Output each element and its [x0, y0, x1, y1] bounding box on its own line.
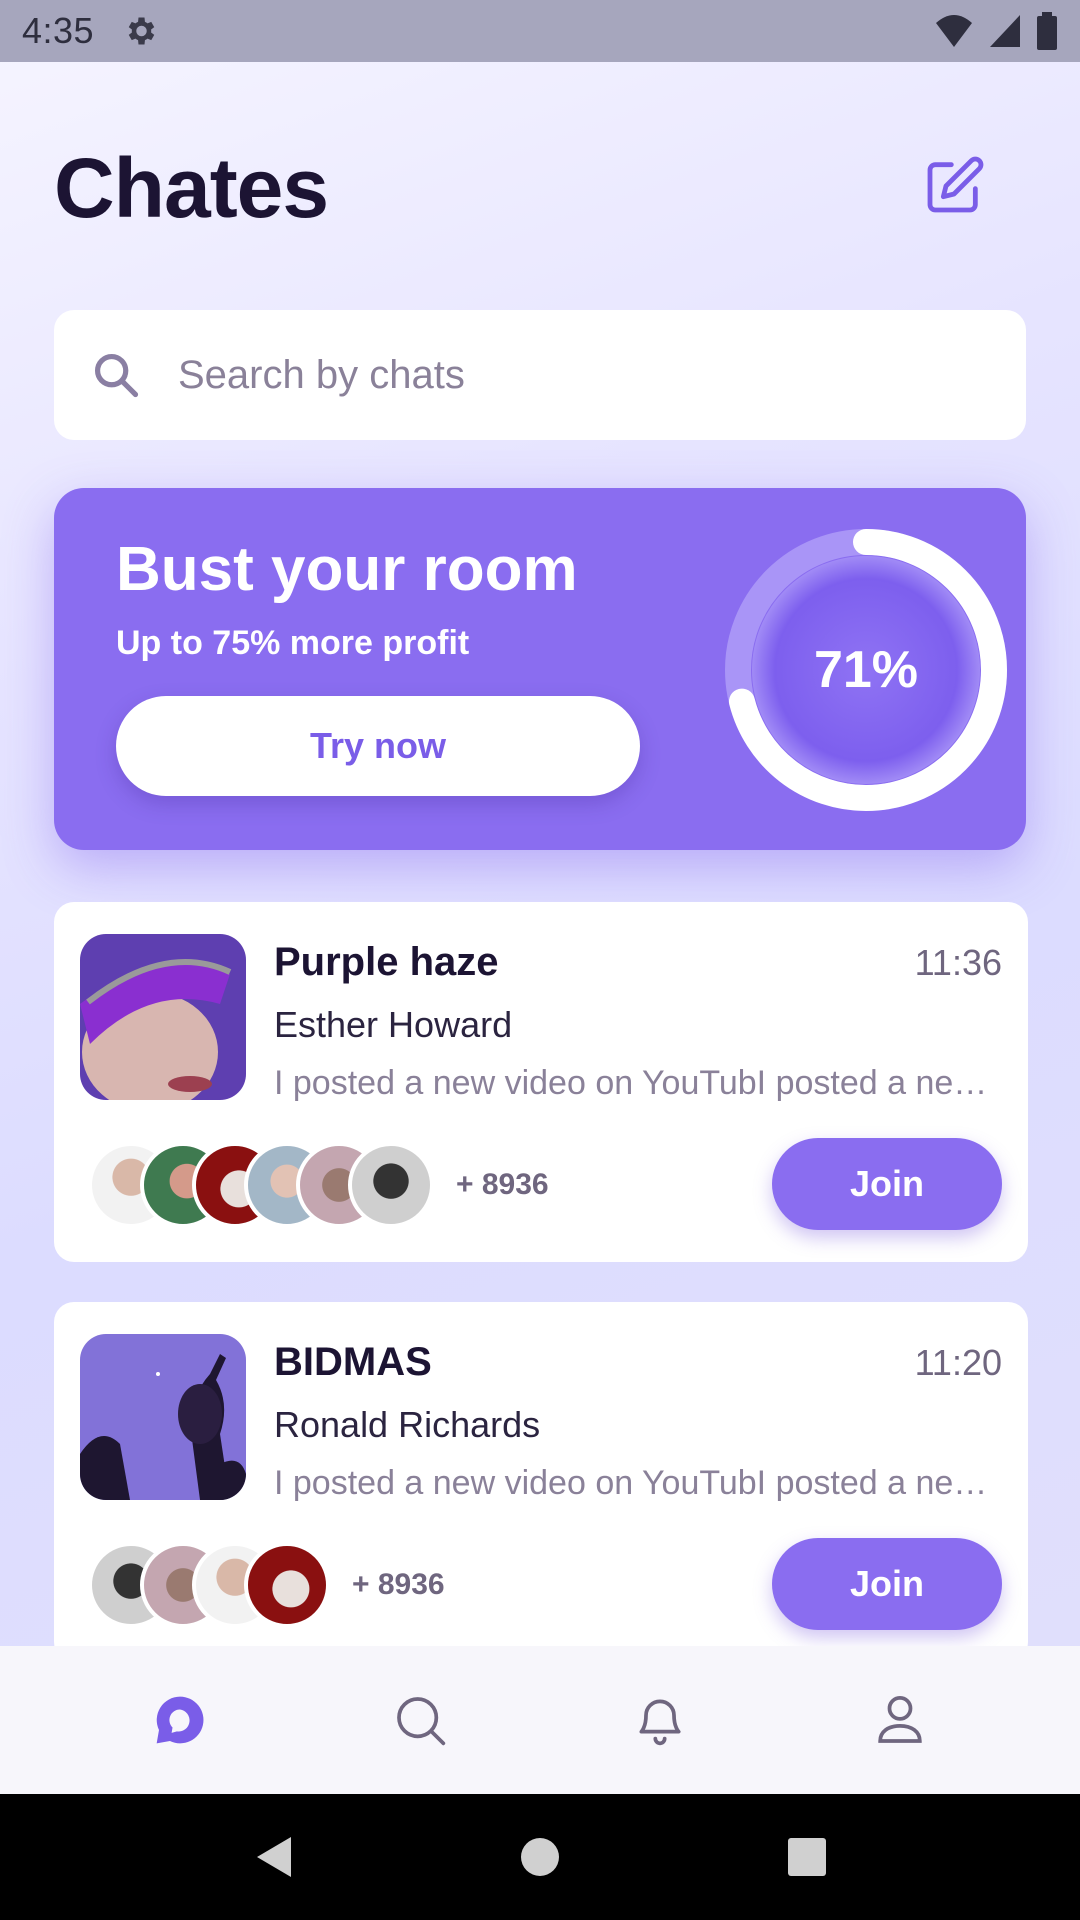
back-icon	[257, 1837, 292, 1877]
gear-icon	[128, 17, 155, 45]
chat-icon	[156, 1696, 204, 1744]
status-time: 4:35	[22, 10, 95, 51]
back-button[interactable]	[233, 1817, 313, 1897]
join-button[interactable]: Join	[772, 1538, 1002, 1630]
bell-icon	[639, 1699, 681, 1746]
promo-subtitle: Up to 75% more profit	[116, 624, 470, 662]
nav-notifications[interactable]	[620, 1680, 700, 1760]
chat-preview: I posted a new video on YouTubI posted a…	[274, 1464, 1004, 1502]
chat-card[interactable]: Purple haze 11:36 Esther Howard I posted…	[54, 902, 1028, 1262]
member-count: + 8936	[456, 1168, 549, 1201]
search-icon	[397, 1697, 446, 1746]
chats-screen: 4:35 Chates Search by chats Bust your ro…	[0, 0, 1080, 1920]
chat-thumbnail	[80, 1334, 246, 1500]
recents-icon	[787, 1838, 826, 1876]
avatar	[348, 1142, 434, 1228]
wifi-icon	[936, 15, 972, 47]
page-title: Chates	[54, 141, 329, 235]
nav-chats[interactable]	[140, 1680, 220, 1760]
edit-icon	[927, 156, 984, 213]
join-button[interactable]: Join	[772, 1138, 1002, 1230]
chat-author: Ronald Richards	[274, 1404, 541, 1445]
search-icon	[94, 353, 139, 398]
chat-preview: I posted a new video on YouTubI posted a…	[274, 1064, 1004, 1102]
chat-card[interactable]: BIDMAS 11:20 Ronald Richards I posted a …	[54, 1302, 1028, 1662]
status-bar: 4:35	[0, 0, 1080, 62]
nav-search[interactable]	[380, 1680, 460, 1760]
promo-card: Bust your room Up to 75% more profit Try…	[54, 488, 1026, 850]
chat-name: Purple haze	[274, 940, 499, 984]
member-count: + 8936	[352, 1568, 445, 1601]
bottom-nav	[0, 1646, 1080, 1794]
home-button[interactable]	[500, 1817, 580, 1897]
home-icon	[520, 1838, 559, 1876]
search-input[interactable]	[178, 352, 938, 398]
progress-label: 71%	[813, 641, 919, 699]
signal-icon	[990, 15, 1020, 47]
search-box[interactable]	[54, 310, 1026, 440]
compose-button[interactable]	[918, 150, 990, 222]
chat-thumbnail	[80, 934, 246, 1100]
chat-time: 11:20	[914, 1342, 1002, 1383]
system-nav-bar	[0, 1794, 1080, 1920]
chat-author: Esther Howard	[274, 1004, 513, 1045]
promo-title: Bust your room	[116, 535, 578, 604]
chat-time: 11:36	[914, 942, 1002, 983]
avatar	[244, 1542, 330, 1628]
member-avatars: + 8936	[88, 1542, 445, 1628]
nav-profile[interactable]	[860, 1680, 940, 1760]
chat-name: BIDMAS	[274, 1340, 432, 1384]
profile-icon	[878, 1695, 922, 1743]
battery-icon	[1037, 12, 1057, 50]
try-now-button[interactable]: Try now	[116, 696, 640, 796]
member-avatars: + 8936	[88, 1142, 549, 1228]
recents-button[interactable]	[767, 1817, 847, 1897]
